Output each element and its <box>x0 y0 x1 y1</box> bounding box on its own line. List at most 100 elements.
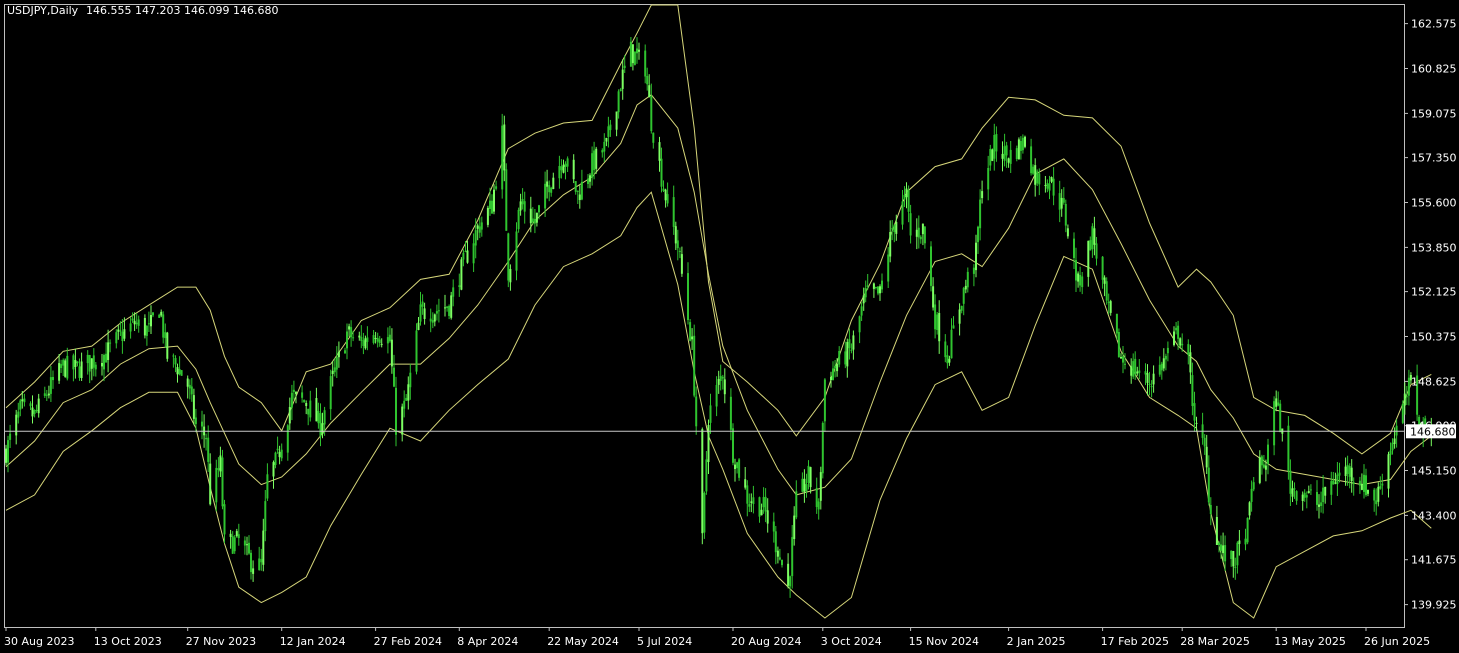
candle-body <box>121 331 124 341</box>
candle-body <box>1389 450 1392 455</box>
candle <box>944 334 947 363</box>
candle-body <box>1248 502 1251 516</box>
candle <box>1287 416 1290 480</box>
candle <box>207 425 210 472</box>
candle-body <box>1267 444 1269 464</box>
candle-body <box>866 285 869 287</box>
candle-body <box>821 423 824 474</box>
candle-body <box>280 449 283 459</box>
candle <box>1109 299 1112 316</box>
candle <box>995 126 998 162</box>
candle <box>501 113 504 199</box>
candle-body <box>550 187 553 193</box>
candle-body <box>1175 327 1178 331</box>
candle-body <box>615 111 618 130</box>
candle <box>1175 322 1178 335</box>
candle-body <box>1360 483 1363 490</box>
candle-body <box>47 393 50 396</box>
candle-body <box>435 311 438 314</box>
candle-body <box>676 240 679 249</box>
candle <box>993 123 996 171</box>
candle-body <box>223 504 226 535</box>
candle <box>838 346 841 368</box>
candle <box>264 490 267 542</box>
candle-body <box>1365 475 1367 496</box>
candle <box>678 247 681 259</box>
candle <box>732 423 734 466</box>
candle-body <box>977 226 979 243</box>
candle-body <box>593 150 596 171</box>
candle-body <box>305 403 308 406</box>
candle <box>288 397 291 430</box>
candle <box>1322 475 1325 514</box>
candle-body <box>1316 492 1318 505</box>
candle-body <box>117 329 120 332</box>
candle-body <box>758 497 761 517</box>
candle-body <box>623 65 626 68</box>
candle-body <box>503 124 506 171</box>
candle-body <box>930 246 932 286</box>
candle <box>419 291 422 326</box>
candle <box>576 190 579 204</box>
candle-body <box>231 536 234 554</box>
candle-body <box>901 201 904 225</box>
candle-body <box>1375 500 1378 505</box>
chart-window[interactable]: 162.575 160.825 159.075 157.350 155.600 153.8… <box>0 0 1459 653</box>
candle-body <box>662 188 665 191</box>
candle <box>246 536 248 556</box>
candle <box>152 312 154 318</box>
candle-body <box>1338 472 1341 476</box>
middle-band-line <box>5 94 1432 496</box>
candle-body <box>145 326 148 336</box>
x-tick-label: 27 Nov 2023 <box>186 635 256 648</box>
candle-body <box>619 89 622 92</box>
candle <box>431 312 434 329</box>
candle <box>362 332 365 355</box>
candle <box>548 180 551 202</box>
candle <box>615 111 618 137</box>
candle <box>333 358 336 377</box>
candle-body <box>407 384 410 401</box>
candle <box>433 313 436 327</box>
candle-body <box>1291 488 1294 497</box>
candle-body <box>288 407 291 424</box>
candle-body <box>732 428 734 463</box>
time-axis[interactable]: 30 Aug 2023 13 Oct 2023 27 Nov 2023 12 Jan … <box>4 627 1430 648</box>
candle <box>1281 428 1284 442</box>
y-tick-label: 153.850 <box>1411 241 1457 254</box>
candle-body <box>1352 482 1355 485</box>
candle-body <box>1222 545 1225 554</box>
candle-body <box>621 69 624 89</box>
candle-body <box>1101 256 1104 280</box>
candle <box>90 358 93 381</box>
price-axis[interactable]: 162.575 160.825 159.075 157.350 155.600 153.8… <box>1404 18 1457 612</box>
candle <box>1267 438 1269 475</box>
candle <box>192 388 195 426</box>
candle-body <box>348 326 351 330</box>
candle <box>1238 530 1241 556</box>
candle-body <box>1215 517 1218 545</box>
candle <box>1117 328 1120 358</box>
chart-canvas[interactable]: 162.575 160.825 159.075 157.350 155.600 153.8… <box>0 0 1459 653</box>
candle <box>832 361 834 381</box>
candle <box>772 512 775 543</box>
candle-body <box>186 378 189 387</box>
candle <box>1203 434 1206 455</box>
candle <box>1316 480 1318 511</box>
candle <box>1391 438 1394 455</box>
candle-body <box>1015 148 1018 159</box>
candle <box>290 384 293 421</box>
candle <box>366 326 369 351</box>
candle-body <box>834 365 837 369</box>
candle <box>801 472 804 493</box>
candle-body <box>421 301 424 307</box>
candle <box>1258 450 1261 485</box>
candle <box>176 363 179 383</box>
candle <box>609 119 612 137</box>
candle <box>286 424 289 461</box>
candle-body <box>358 335 361 338</box>
candle-body <box>431 320 434 323</box>
candle <box>587 174 589 189</box>
candle <box>658 136 661 172</box>
candle <box>629 37 632 67</box>
